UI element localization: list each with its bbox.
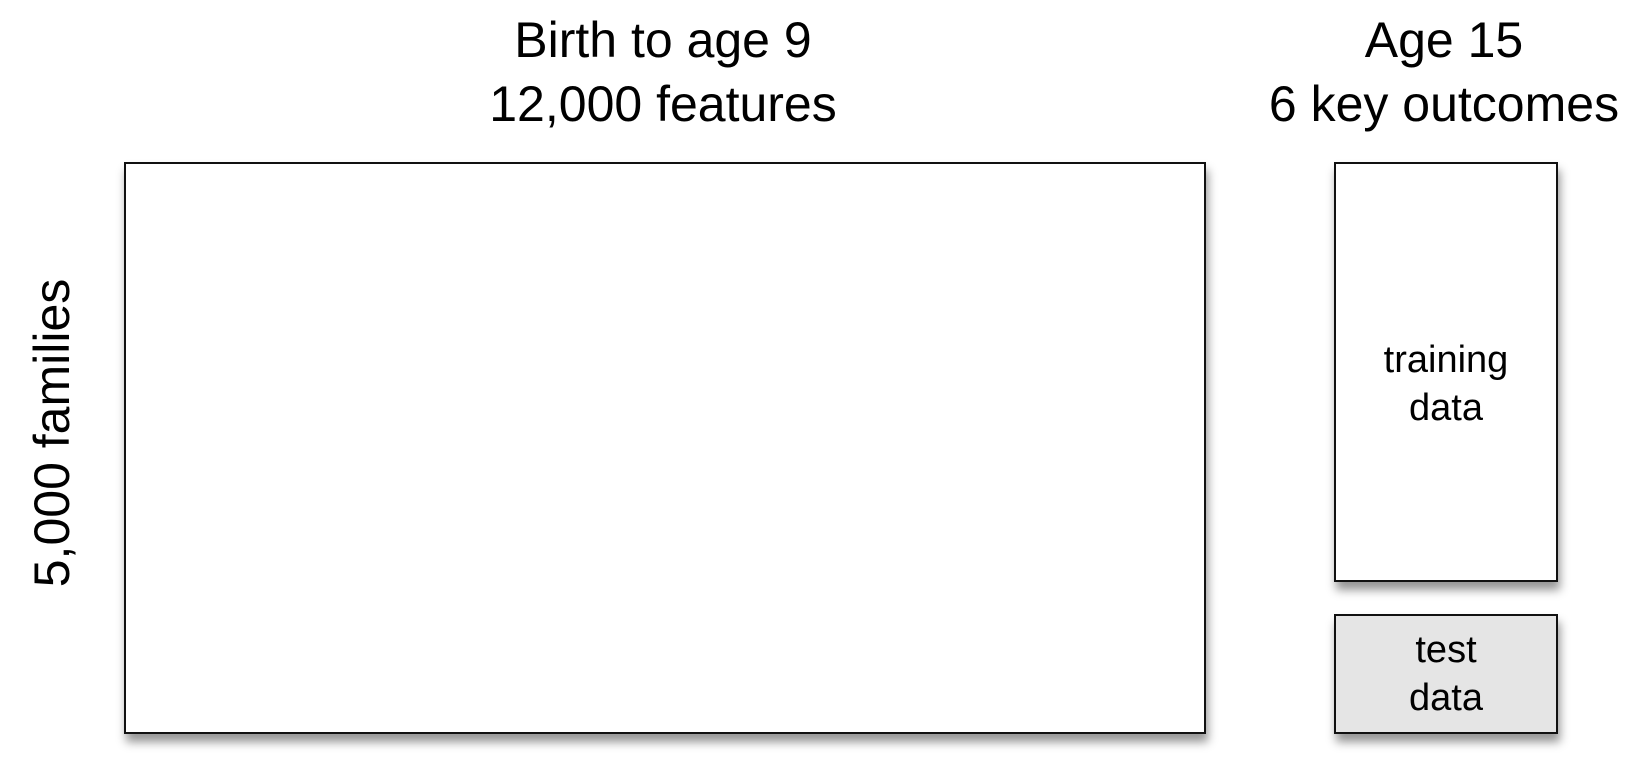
outcomes-heading-line1: Age 15 <box>1364 12 1524 68</box>
features-matrix-box <box>124 162 1206 734</box>
features-heading: Birth to age 9 12,000 features <box>363 8 963 136</box>
outcomes-heading: Age 15 6 key outcomes <box>1244 8 1640 136</box>
features-heading-line1: Birth to age 9 <box>514 12 812 68</box>
test-data-box: test data <box>1334 614 1558 734</box>
rows-label: 5,000 families <box>24 278 80 588</box>
training-label-line2: data <box>1409 387 1483 429</box>
outcomes-heading-line2: 6 key outcomes <box>1268 76 1620 132</box>
training-data-label: training data <box>1336 336 1556 432</box>
training-data-box: training data <box>1334 162 1558 582</box>
test-label-line1: test <box>1415 629 1477 671</box>
test-data-label: test data <box>1336 626 1556 722</box>
training-label-line1: training <box>1383 339 1509 381</box>
features-heading-line2: 12,000 features <box>489 76 837 132</box>
test-label-line2: data <box>1409 677 1483 719</box>
